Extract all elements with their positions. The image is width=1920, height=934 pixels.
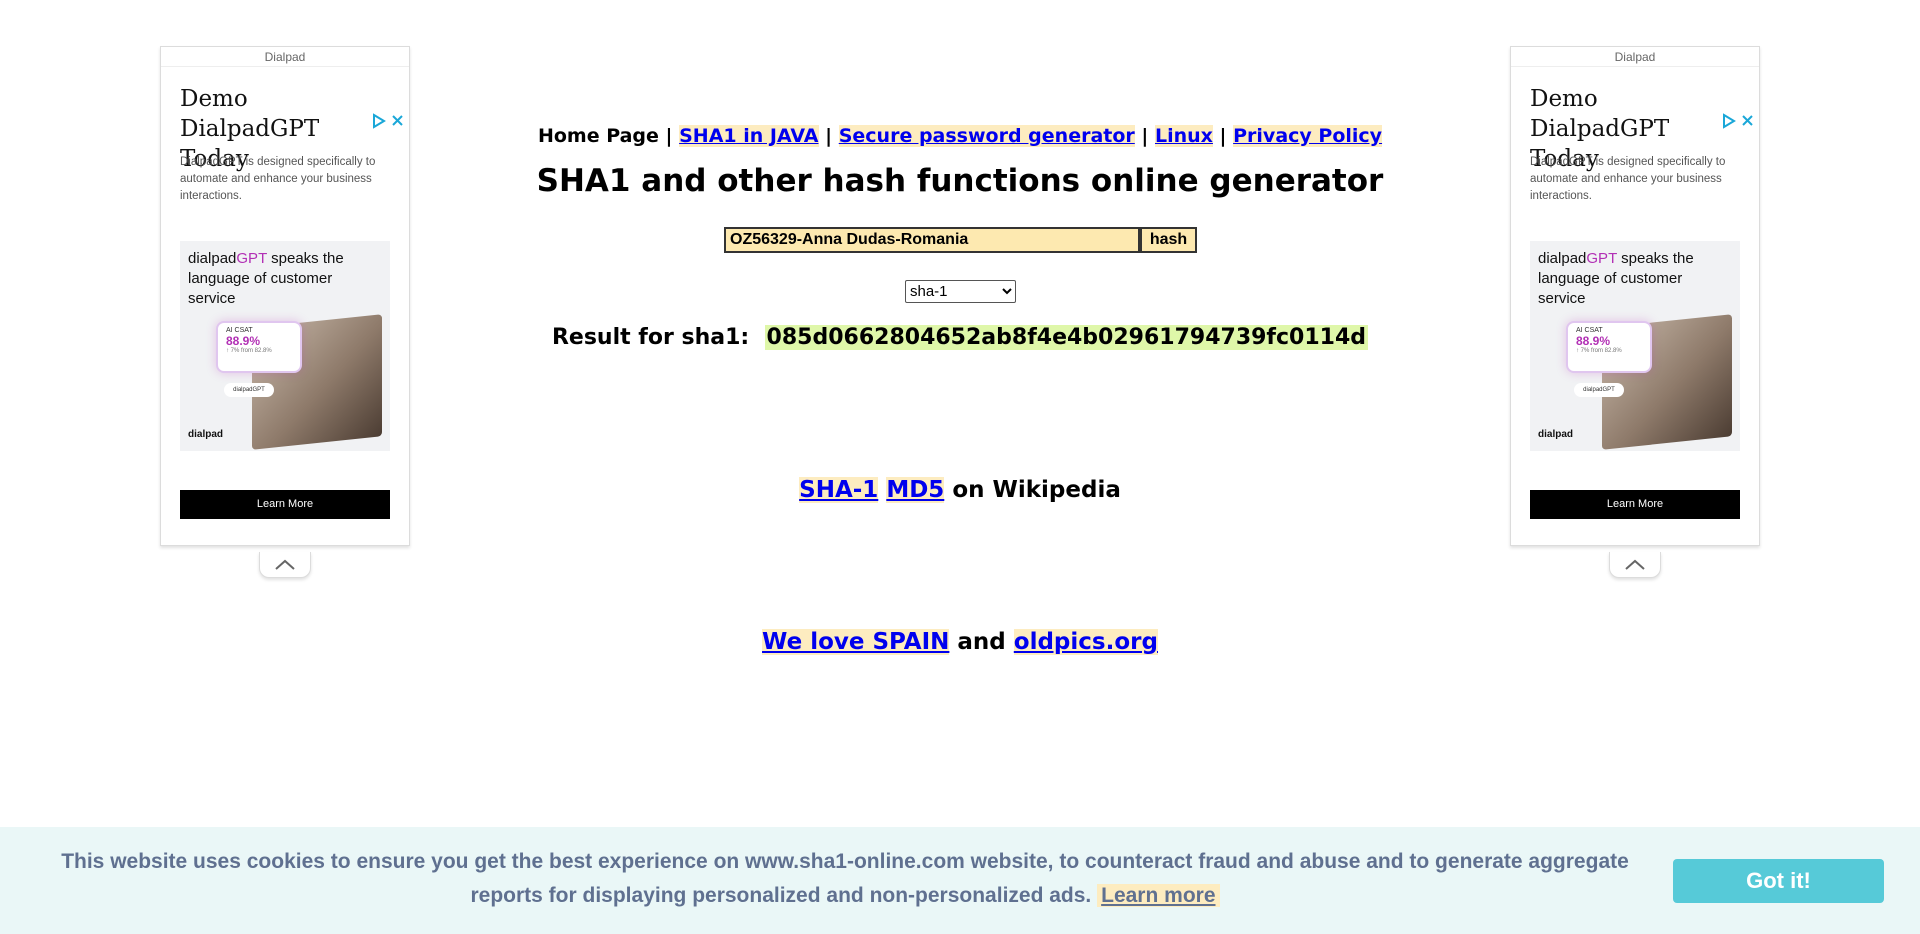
link-oldpics[interactable]: oldpics.org	[1013, 629, 1158, 655]
link-we-love-spain[interactable]: We love SPAIN	[762, 629, 950, 655]
ad-sponsor: Dialpad	[1511, 47, 1759, 67]
ad-card-text: dialpadGPT speaks the language of custom…	[1538, 250, 1694, 307]
chevron-up-icon[interactable]	[1609, 552, 1661, 578]
partner-links: We love SPAIN and oldpics.org	[0, 629, 1920, 655]
nav-home[interactable]: Home Page	[538, 125, 659, 147]
cookie-banner: This website uses cookies to ensure you …	[0, 827, 1920, 934]
nav-separator: |	[665, 125, 673, 147]
algorithm-select[interactable]: sha-1	[905, 280, 1016, 303]
result: Result for sha1: 085d0662804652ab8f4e4b0…	[0, 325, 1920, 350]
ad-mini-badge: dialpadGPT	[224, 383, 274, 397]
nav-link-privacy-policy[interactable]: Privacy Policy	[1233, 125, 1383, 147]
nav-link-password-generator[interactable]: Secure password generator	[838, 125, 1135, 147]
hash-form: hash	[724, 227, 1197, 253]
ad-logo: dialpad	[1538, 429, 1574, 440]
result-hash[interactable]: 085d0662804652ab8f4e4b02961794739fc0114d	[764, 325, 1369, 350]
cookie-message: This website uses cookies to ensure you …	[61, 850, 1629, 907]
top-nav: Home Page | SHA1 in JAVA | Secure passwo…	[0, 125, 1920, 147]
hash-input[interactable]	[724, 227, 1140, 253]
ad-logo: dialpad	[188, 429, 224, 440]
hash-button[interactable]: hash	[1140, 227, 1197, 253]
page-title: SHA1 and other hash functions online gen…	[536, 163, 1384, 199]
left-ad[interactable]: Dialpad Demo DialpadGPT Today DialpadGPT…	[160, 46, 410, 546]
ad-card-text: dialpadGPT speaks the language of custom…	[188, 250, 344, 307]
partner-conjunction: and	[957, 629, 1006, 655]
nav-link-linux[interactable]: Linux	[1154, 125, 1213, 147]
nav-separator: |	[1219, 125, 1227, 147]
wiki-links: SHA-1 MD5 on Wikipedia	[0, 477, 1920, 503]
nav-separator: |	[1141, 125, 1149, 147]
wiki-suffix: on Wikipedia	[952, 477, 1121, 503]
ad-sponsor: Dialpad	[161, 47, 409, 67]
result-label: Result for sha1:	[551, 325, 750, 350]
right-ad[interactable]: Dialpad Demo DialpadGPT Today DialpadGPT…	[1510, 46, 1760, 546]
wiki-link-md5[interactable]: MD5	[886, 477, 945, 503]
cookie-learn-more-link[interactable]: Learn more	[1097, 884, 1220, 907]
chevron-up-icon[interactable]	[259, 552, 311, 578]
cookie-accept-button[interactable]: Got it!	[1673, 859, 1884, 903]
nav-separator: |	[825, 125, 833, 147]
ad-mini-badge: dialpadGPT	[1574, 383, 1624, 397]
nav-link-sha1-java[interactable]: SHA1 in JAVA	[679, 125, 819, 147]
wiki-link-sha1[interactable]: SHA-1	[799, 477, 879, 503]
